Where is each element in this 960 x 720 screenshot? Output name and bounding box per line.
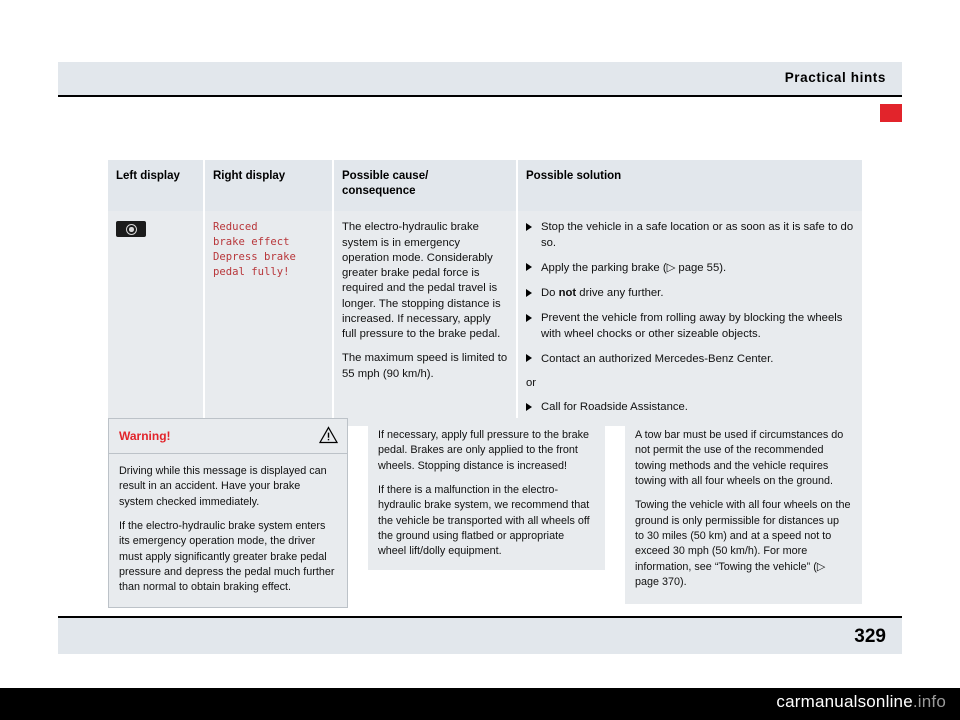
warning-box: Warning! Driving while this message is d… — [108, 418, 348, 608]
warning-paragraph-2: If the electro-hydraulic brake system en… — [119, 519, 335, 594]
solution-alt-list: Call for Roadside Assistance. — [526, 400, 854, 415]
note-box-middle-paragraph-2: If there is a malfunction in the electro… — [378, 483, 590, 558]
cell-right-display: Reduced brake effect Depress brake pedal… — [204, 211, 334, 426]
table-row: Reduced brake effect Depress brake pedal… — [108, 211, 862, 426]
or-label: or — [526, 377, 537, 390]
solution-text: Do not drive any further. — [541, 287, 664, 300]
note-box-middle-paragraph-1: If necessary, apply full pressure to the… — [378, 429, 590, 472]
column-header-possible-cause: Possible cause/ consequence — [333, 160, 518, 212]
table-header-row: Left display Right display Possible caus… — [108, 160, 862, 212]
header-band: Practical hints — [58, 62, 902, 96]
solution-list: Stop the vehicle in a safe location or a… — [526, 220, 854, 367]
watermark-main: carmanualsonline — [776, 692, 913, 711]
column-header-left-display: Left display — [108, 160, 205, 212]
cell-left-display — [108, 211, 205, 426]
cell-possible-solution: Stop the vehicle in a safe location or a… — [517, 211, 862, 426]
column-header-right-display: Right display — [204, 160, 334, 212]
list-item: Contact an authorized Mercedes-Benz Cent… — [526, 352, 854, 367]
warning-box-body: Driving while this message is displayed … — [109, 454, 347, 606]
cause-paragraph-2: The maximum speed is limited to 55 mph (… — [342, 352, 508, 380]
watermark-text: carmanualsonline.info — [776, 692, 946, 712]
warning-paragraph-1: Driving while this message is displayed … — [119, 465, 327, 508]
note-box-right-paragraph-2: Towing the vehicle with all four wheels … — [635, 499, 851, 588]
bullet-triangle-icon — [526, 288, 532, 297]
note-box-right: A tow bar must be used if circumstances … — [625, 418, 862, 604]
bullet-triangle-icon — [526, 263, 532, 272]
column-header-possible-solution: Possible solution — [517, 160, 862, 212]
footer-band: 329 — [58, 618, 902, 654]
warning-title: Warning! — [119, 429, 171, 443]
list-item: Stop the vehicle in a safe location or a… — [526, 220, 854, 251]
bullet-triangle-icon — [526, 222, 532, 231]
page-title: Practical hints — [784, 70, 886, 85]
page-number: 329 — [854, 626, 886, 647]
page-root: Practical hints Left display Right displ… — [0, 0, 960, 720]
page-sheet: Practical hints Left display Right displ… — [0, 0, 960, 690]
warning-triangle-icon — [319, 426, 338, 444]
bullet-triangle-icon — [526, 313, 532, 322]
watermark-bar: carmanualsonline.info — [0, 688, 960, 720]
cell-possible-cause: The electro-hydraulic brake system is in… — [333, 211, 518, 426]
solution-text: Prevent the vehicle from rolling away by… — [541, 312, 843, 340]
list-item: Prevent the vehicle from rolling away by… — [526, 311, 854, 342]
solution-text: Call for Roadside Assistance. — [541, 401, 688, 414]
solution-text: Apply the parking brake (▷ page 55). — [541, 261, 727, 274]
bullet-triangle-icon — [526, 402, 532, 411]
watermark-suffix: .info — [912, 692, 946, 711]
solution-text: Stop the vehicle in a safe location or a… — [541, 221, 854, 249]
bullet-triangle-icon — [526, 354, 532, 363]
list-item: Call for Roadside Assistance. — [526, 400, 854, 415]
display-message-text: Reduced brake effect Depress brake pedal… — [213, 221, 296, 279]
note-box-right-paragraph-1: A tow bar must be used if circumstances … — [635, 429, 844, 487]
list-item: Apply the parking brake (▷ page 55). — [526, 261, 854, 276]
list-item: Do not drive any further. — [526, 286, 854, 301]
brake-warning-display-icon — [116, 221, 146, 238]
cause-paragraph-1: The electro-hydraulic brake system is in… — [342, 221, 501, 341]
solution-text: Contact an authorized Mercedes-Benz Cent… — [541, 352, 774, 365]
chapter-marker-tab — [880, 104, 902, 122]
warning-box-header: Warning! — [109, 419, 347, 454]
note-box-middle: If necessary, apply full pressure to the… — [368, 418, 605, 570]
header-divider — [58, 95, 902, 97]
warning-messages-table: Left display Right display Possible caus… — [108, 160, 862, 426]
